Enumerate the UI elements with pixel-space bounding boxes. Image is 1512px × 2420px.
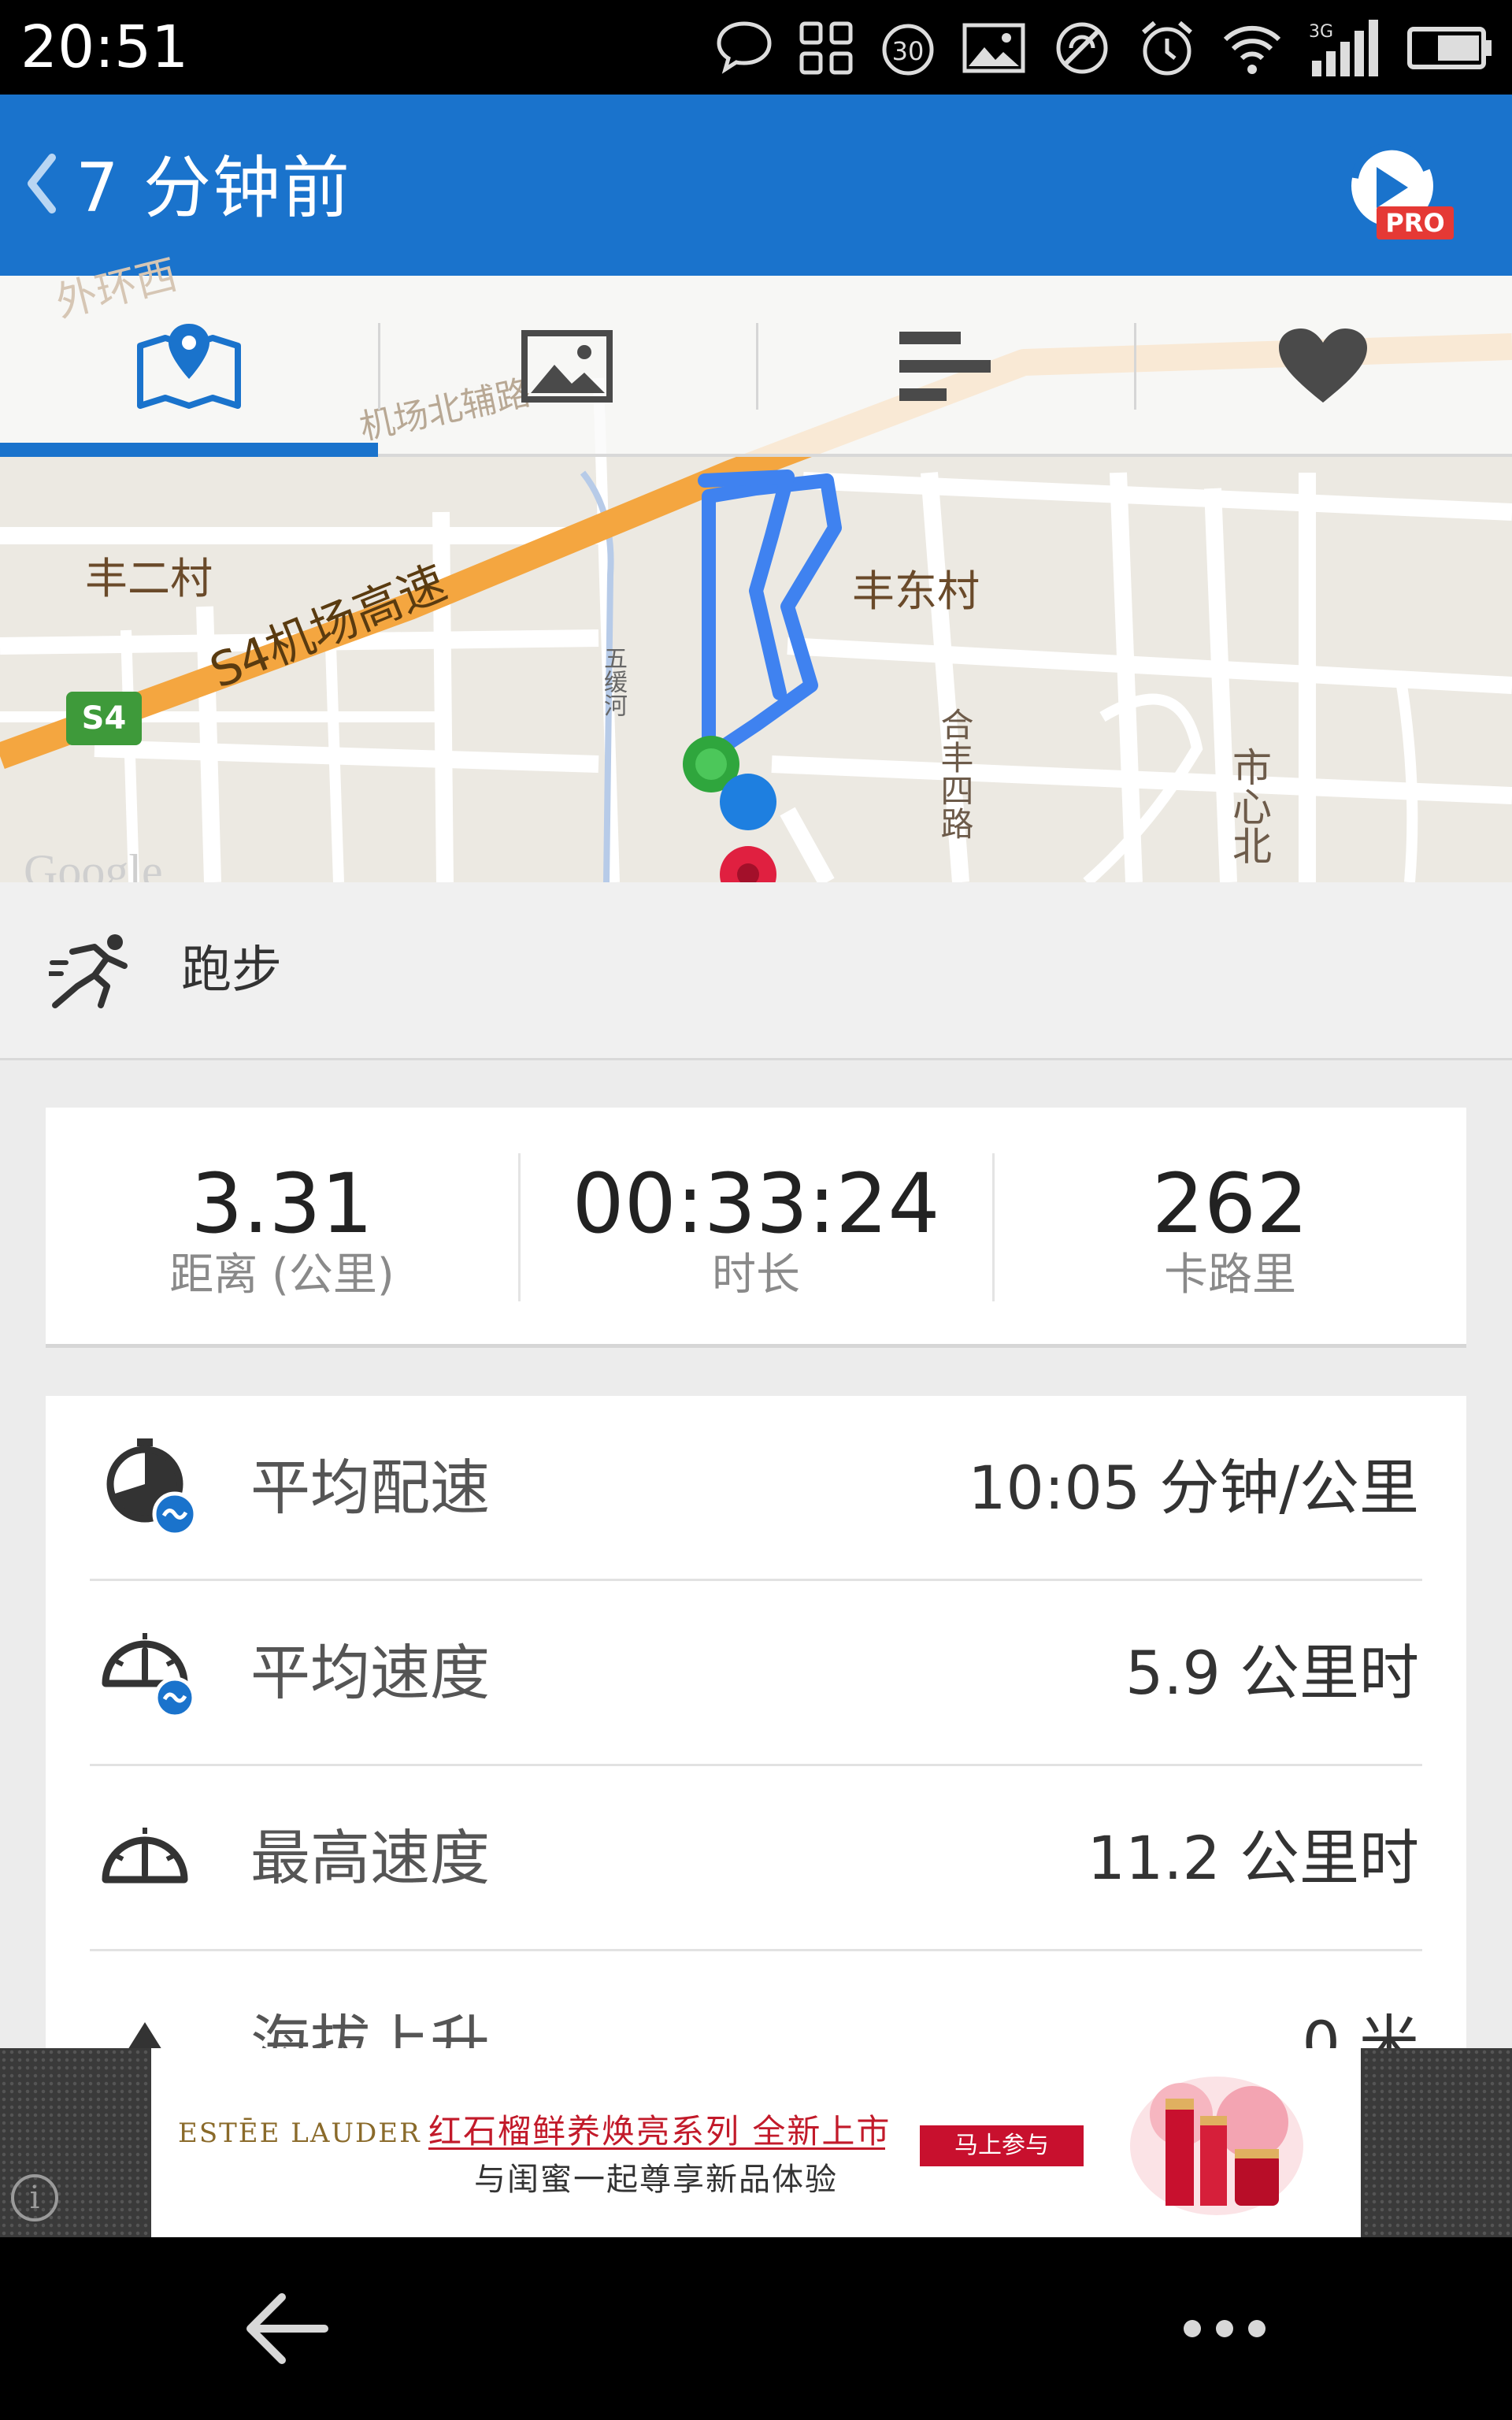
ad-product-image: [1130, 2077, 1303, 2215]
ad-cta-button[interactable]: 马上参与: [920, 2125, 1084, 2166]
back-arrow-icon[interactable]: [243, 2289, 329, 2368]
calories-label: 卡路里: [1164, 1249, 1296, 1301]
ad-banner: i ESTĒE LAUDER 红石榴鲜养焕亮系列 全新上市 与闺蜜一起尊享新品体…: [0, 2048, 1512, 2237]
tab-bar: 外环西 机场北辅路: [0, 251, 1512, 457]
wifi-icon: [1223, 25, 1281, 74]
tab-photos[interactable]: [378, 276, 756, 457]
tab-active-indicator: [0, 443, 378, 457]
timer-30-icon: 30: [882, 24, 934, 76]
duration-label: 时长: [712, 1249, 800, 1301]
map-label-fengdongcun: 丰东村: [852, 566, 980, 616]
calories-value: 262: [1151, 1156, 1309, 1252]
current-marker: [720, 774, 776, 830]
status-time: 20:51: [20, 13, 189, 81]
cellular-3g-icon: 3G: [1309, 20, 1378, 76]
metric-row-avg-pace[interactable]: 平均配速 10:05 分钟/公里: [46, 1396, 1466, 1581]
map-label-fengercun: 丰二村: [85, 554, 213, 603]
metric-value: 10:05 分钟/公里: [968, 1453, 1419, 1523]
metric-label: 最高速度: [250, 1823, 490, 1893]
ad-content[interactable]: ESTĒE LAUDER 红石榴鲜养焕亮系列 全新上市 与闺蜜一起尊享新品体验 …: [151, 2048, 1361, 2237]
system-nav-bar: [0, 2237, 1512, 2420]
network-label: 3G: [1309, 22, 1333, 42]
activity-type-row[interactable]: 跑步: [0, 882, 1512, 1060]
stat-distance: 3.31 距离 (公里): [46, 1108, 518, 1344]
tab-map[interactable]: [0, 276, 378, 457]
avg-pace-icon: [106, 1438, 198, 1537]
avg-speed-icon: [102, 1633, 196, 1718]
no-signal-icon: [1056, 22, 1108, 74]
metric-label: 平均速度: [250, 1638, 490, 1708]
activity-type-label: 跑步: [181, 941, 282, 1000]
distance-label: 距离 (公里): [169, 1249, 395, 1301]
stat-calories: 262 卡路里: [994, 1108, 1466, 1344]
metric-row-max-speed[interactable]: 最高速度 11.2 公里时: [46, 1766, 1466, 1951]
alarm-icon: [1142, 20, 1192, 76]
max-speed-icon: [102, 1828, 188, 1884]
map-label-wuliang-river: 五缓河: [599, 646, 627, 717]
stat-duration: 00:33:24 时长: [520, 1108, 992, 1344]
duration-value: 00:33:24: [572, 1156, 940, 1252]
image-icon: [521, 330, 613, 403]
ad-headline: 红石榴鲜养焕亮系列 全新上市: [428, 2112, 891, 2151]
map-label-xinbei-road: 市心北: [1226, 747, 1272, 865]
metric-row-avg-speed[interactable]: 平均速度 5.9 公里时: [46, 1581, 1466, 1766]
timer-label: 30: [892, 36, 925, 66]
tab-charts[interactable]: [756, 276, 1134, 457]
bars-icon: [899, 332, 991, 401]
running-person-icon: [49, 934, 128, 1008]
summary-card: 3.31 距离 (公里) 00:33:24 时长 262 卡路里: [46, 1108, 1466, 1344]
metric-value: 11.2 公里时: [1087, 1823, 1419, 1893]
distance-value: 3.31: [191, 1156, 373, 1252]
ad-headline-underline: [428, 2147, 885, 2150]
battery-icon: [1407, 27, 1492, 69]
more-dots-icon[interactable]: [1181, 2313, 1268, 2344]
chat-icon: [717, 21, 772, 74]
heart-icon: [1279, 328, 1367, 403]
route-track: [698, 470, 842, 763]
ad-info-icon[interactable]: i: [11, 2174, 58, 2221]
google-logo: Google: [24, 845, 163, 882]
map-pin-icon: [137, 324, 241, 409]
map-label-hefeng-road: 合丰四路: [936, 707, 974, 840]
ad-brand: ESTĒE LAUDER: [178, 2118, 421, 2149]
metric-value: 5.9 公里时: [1125, 1638, 1419, 1708]
page-title[interactable]: 7 分钟前: [76, 145, 351, 232]
app-bar: 7 分钟前 PRO: [0, 95, 1512, 276]
tab-likes[interactable]: [1134, 276, 1512, 457]
grid-app-icon: [799, 21, 853, 75]
pro-badge: PRO: [1385, 208, 1444, 238]
metric-label: 平均配速: [250, 1453, 490, 1523]
ad-subline: 与闺蜜一起尊享新品体验: [474, 2162, 838, 2198]
image-icon: [962, 23, 1025, 73]
metrics-card: 平均配速 10:05 分钟/公里 平均速度 5.9 公里时 最高速度 11.2 …: [46, 1396, 1466, 2105]
status-bar: 20:51 30 3G: [0, 0, 1512, 95]
back-chevron-icon[interactable]: [17, 140, 65, 227]
pro-upgrade-button[interactable]: PRO: [1345, 140, 1455, 243]
status-icons: 30 3G: [715, 13, 1493, 84]
map-label-s4-shield: S4: [66, 692, 142, 745]
